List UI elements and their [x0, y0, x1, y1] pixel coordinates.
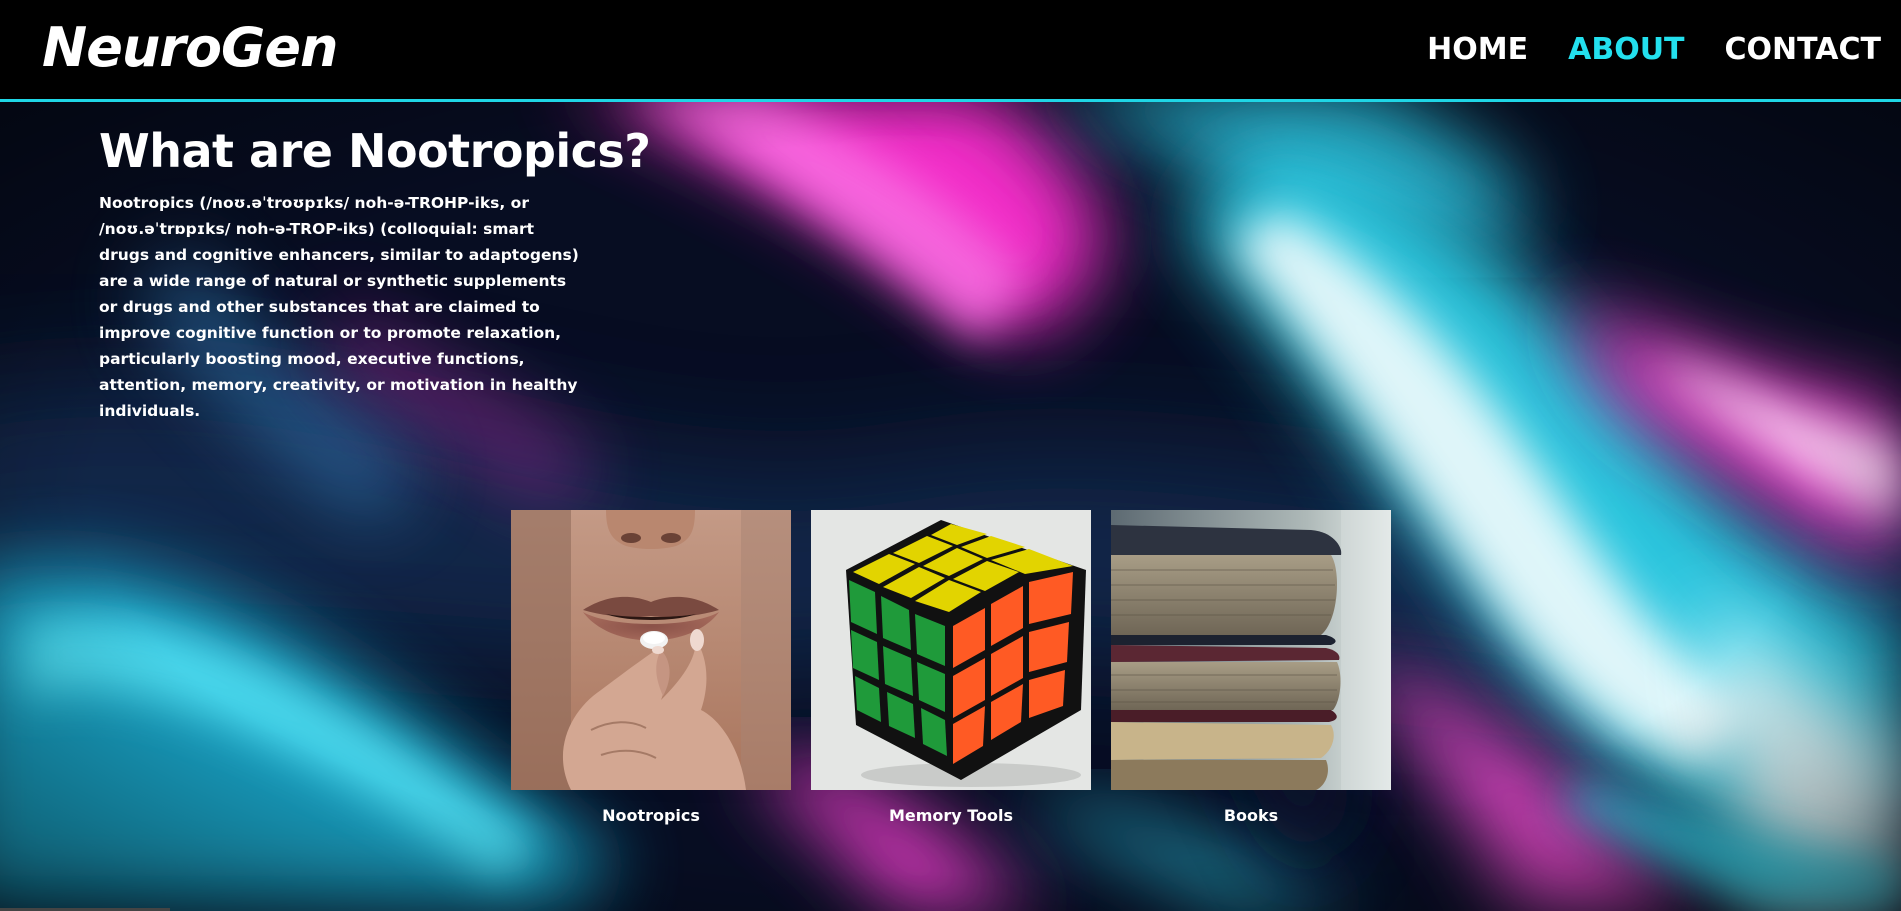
nav-link-contact[interactable]: CONTACT [1725, 30, 1881, 70]
site-header: NeuroGen HOME ABOUT CONTACT [0, 0, 1901, 102]
card-caption-nootropics[interactable]: Nootropics [511, 806, 791, 826]
page-title: What are Nootropics? [99, 124, 651, 178]
nav-link-about[interactable]: ABOUT [1568, 30, 1684, 70]
card-memory-tools[interactable]: Memory Tools [811, 510, 1091, 826]
main-nav: HOME ABOUT CONTACT [1427, 30, 1881, 70]
card-books[interactable]: Books [1111, 510, 1391, 826]
woman-taking-pill-image[interactable] [511, 510, 791, 790]
page: NeuroGen HOME ABOUT CONTACT What are Noo… [0, 0, 1901, 911]
intro-section: What are Nootropics? Nootropics (/noʊ.əˈ… [99, 120, 651, 424]
card-nootropics[interactable]: Nootropics [511, 510, 791, 826]
card-caption-books[interactable]: Books [1111, 806, 1391, 826]
rubiks-cube-image[interactable] [811, 510, 1091, 790]
stacked-books-image[interactable] [1111, 510, 1391, 790]
intro-description: Nootropics (/noʊ.əˈtroʊpɪks/ noh-ə-TROHP… [99, 194, 579, 420]
card-caption-memory-tools[interactable]: Memory Tools [811, 806, 1091, 826]
site-logo[interactable]: NeuroGen [42, 16, 338, 80]
nav-link-home[interactable]: HOME [1427, 30, 1528, 70]
